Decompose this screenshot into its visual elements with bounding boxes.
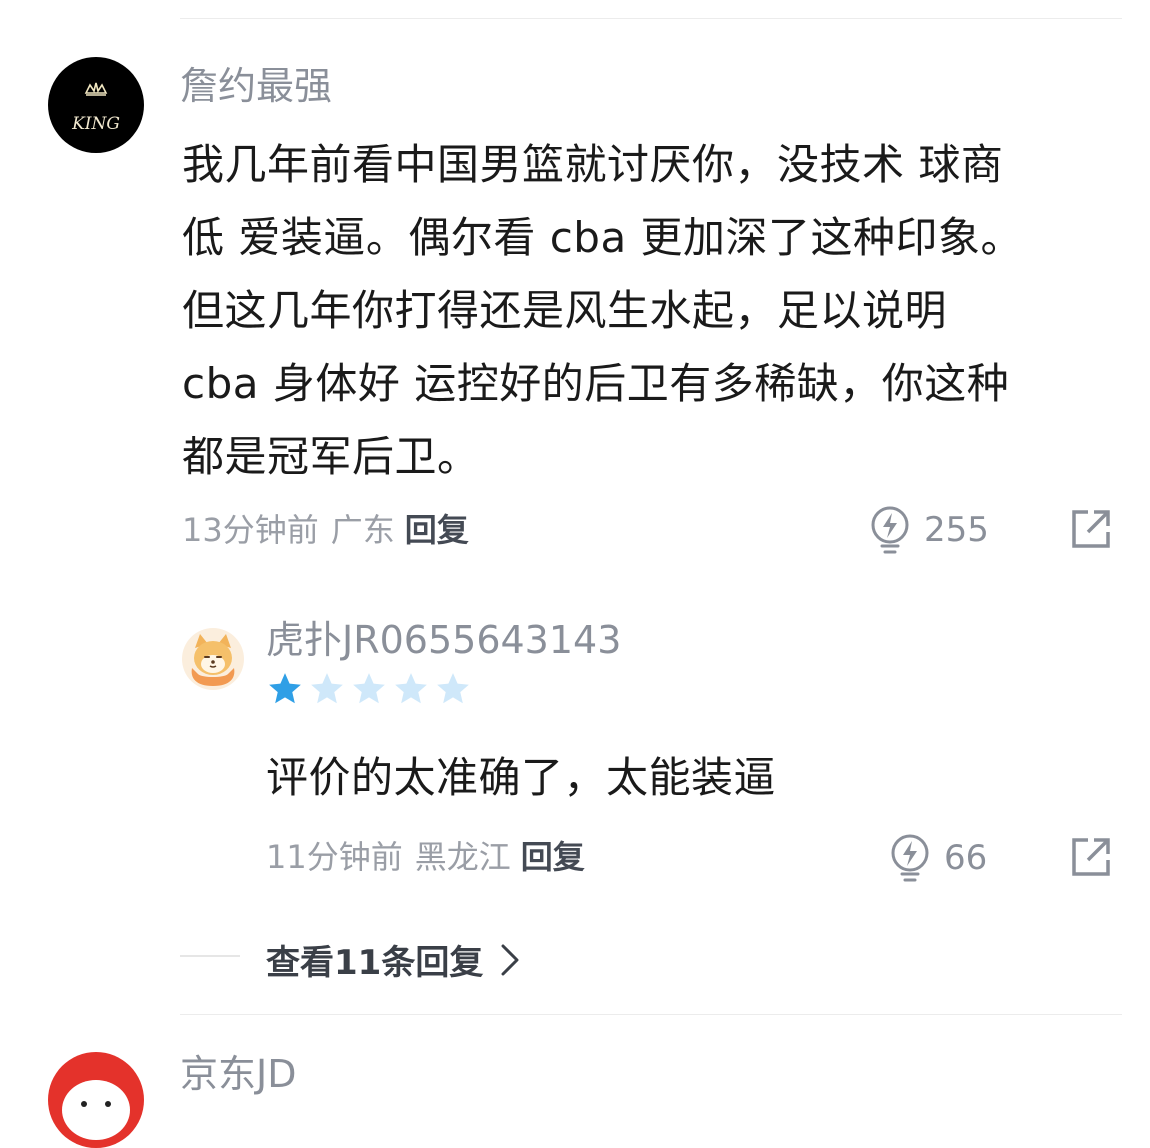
shiba-avatar-icon [191, 634, 235, 686]
lightbulb-icon [871, 506, 909, 554]
lightbulb-icon [891, 834, 929, 882]
light-button[interactable]: 255 [868, 505, 989, 555]
star-empty-icon [311, 673, 343, 704]
avatar[interactable] [182, 628, 244, 690]
comment-username[interactable]: 詹约最强 [180, 64, 332, 108]
star-empty-icon [395, 673, 427, 704]
comment-time: 13分钟前 [182, 511, 319, 549]
avatar-text: KING [71, 114, 120, 134]
light-count: 66 [944, 838, 988, 878]
reply-time: 11分钟前 [266, 838, 403, 876]
reply-text: 评价的太准确了，太能装逼 [266, 753, 777, 802]
avatar[interactable]: KING [48, 57, 144, 153]
share-icon [1072, 510, 1110, 548]
star-empty-icon [437, 673, 469, 704]
comment-text-line: cba 身体好 运控好的后卫有多稀缺，你这种 [182, 359, 1010, 408]
share-button[interactable] [1070, 508, 1112, 554]
avatar[interactable] [48, 1052, 144, 1148]
comment-region: 广东 [330, 511, 395, 549]
star-rating [266, 670, 472, 708]
comment-text-line: 我几年前看中国男篮就讨厌你，没技术 球商 [182, 140, 1004, 189]
chevron-right-icon [501, 944, 519, 975]
light-count: 255 [924, 510, 989, 550]
comment-text-line: 都是冠军后卫。 [182, 432, 480, 481]
top-divider [180, 18, 1122, 19]
comment-divider [180, 1014, 1122, 1015]
reply-meta: 11分钟前 黑龙江 回复 [266, 837, 585, 877]
crown-logo-icon: KING [71, 82, 120, 134]
comment-username[interactable]: 京东JD [180, 1052, 296, 1096]
comment-text-line: 低 爱装逼。偶尔看 cba 更加深了这种印象。 [182, 213, 1024, 262]
share-button[interactable] [1070, 836, 1112, 882]
reply-button[interactable]: 回复 [521, 838, 585, 876]
view-more-line [180, 955, 240, 957]
light-button[interactable]: 66 [888, 833, 987, 883]
star-filled-icon [269, 673, 301, 704]
reply-username[interactable]: 虎扑JR0655643143 [266, 618, 621, 662]
comment-meta: 13分钟前 广东 回复 [182, 510, 469, 550]
share-icon [1072, 838, 1110, 876]
view-more-replies-button[interactable]: 查看11条回复 [266, 935, 521, 984]
comment-text: 我几年前看中国男篮就讨厌你，没技术 球商 低 爱装逼。偶尔看 cba 更加深了这… [182, 128, 1102, 493]
star-empty-icon [353, 673, 385, 704]
view-more-label: 查看11条回复 [266, 943, 484, 983]
reply-button[interactable]: 回复 [405, 511, 469, 549]
comment-text-line: 但这几年你打得还是风生水起，足以说明 [182, 286, 948, 335]
reply-region: 黑龙江 [414, 838, 511, 876]
jd-dog-avatar-icon [62, 1080, 130, 1140]
